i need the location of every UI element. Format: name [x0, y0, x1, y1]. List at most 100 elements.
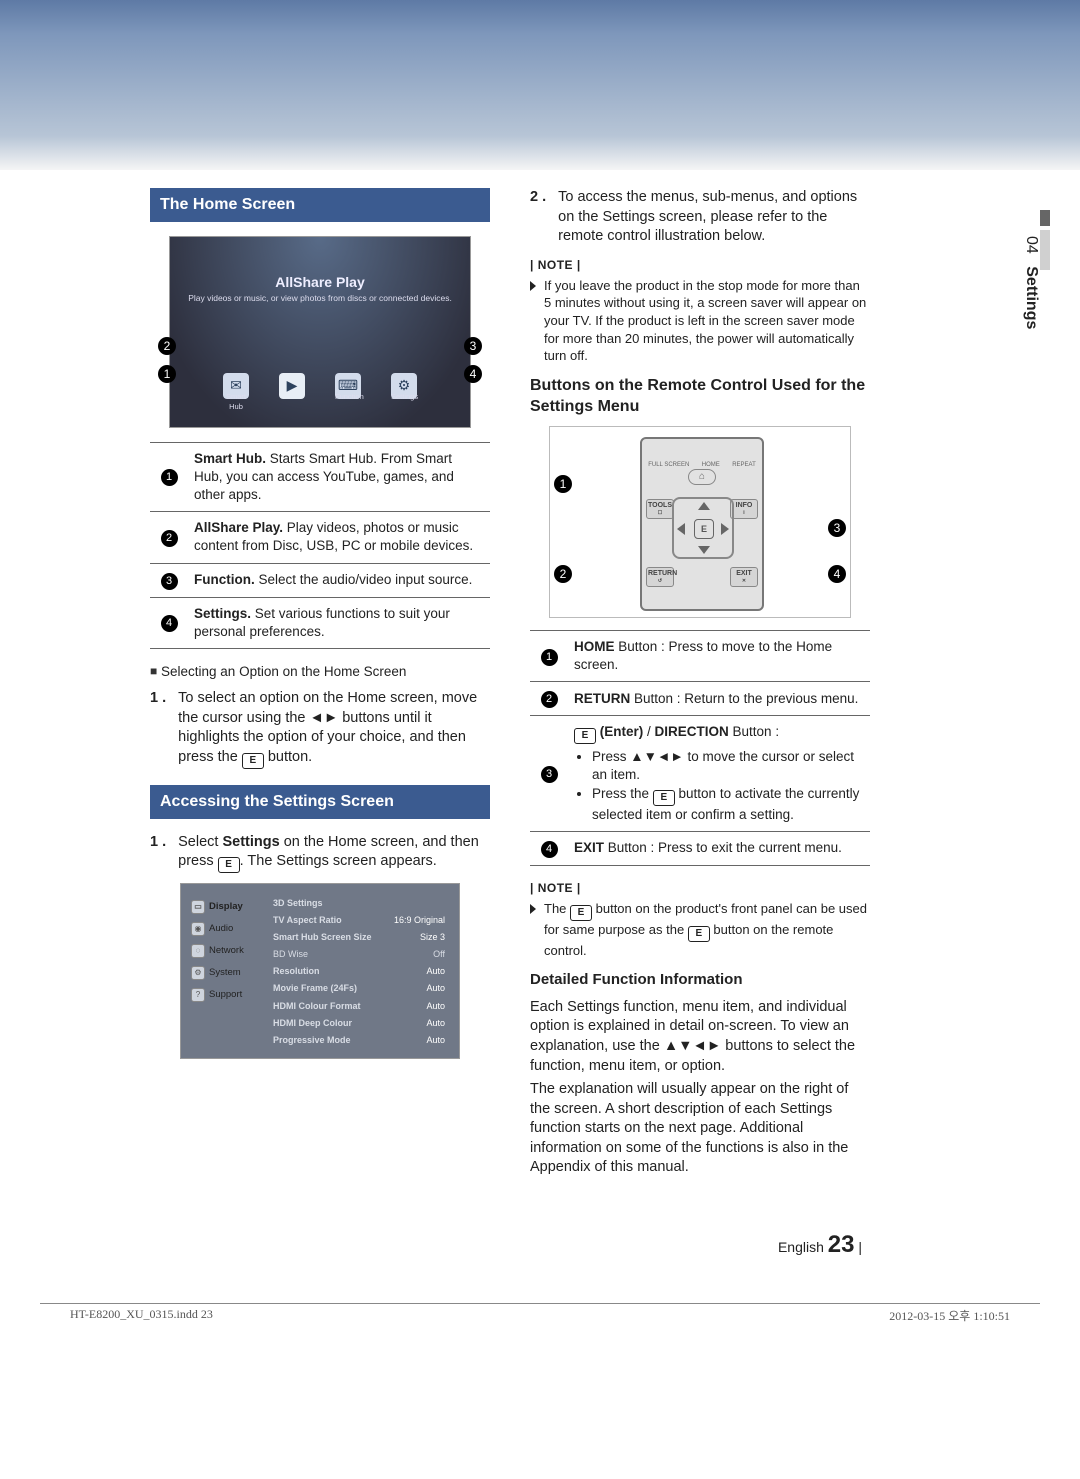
- nav-icon: ⚙: [191, 966, 205, 980]
- tools-button: TOOLS☐: [646, 499, 674, 519]
- nav-label: System: [209, 967, 241, 980]
- dpad: E: [672, 497, 734, 559]
- remote-heading: Buttons on the Remote Control Used for t…: [530, 375, 870, 418]
- enter-button-icon: E: [653, 790, 675, 806]
- nav-icon: ▭: [191, 900, 205, 914]
- ss-list: 3D SettingsTV Aspect Ratio16:9 OriginalS…: [269, 894, 449, 1048]
- setting-key: 3D Settings: [273, 897, 323, 909]
- home-gfx-title: AllShare Play: [170, 273, 470, 292]
- section-accessing: Accessing the Settings Screen: [150, 785, 490, 819]
- enter-button-icon: E: [218, 857, 240, 873]
- step-2: 2 . To access the menus, sub-menus, and …: [530, 188, 870, 247]
- remote-callout-3: 3: [828, 519, 846, 537]
- step-1-access: 1 . Select Settings on the Home screen, …: [150, 833, 490, 874]
- dpad-ok-icon: E: [694, 519, 714, 539]
- square-bullet-icon: ■: [150, 664, 157, 678]
- setting-value: Auto: [426, 1017, 445, 1029]
- enter-button-icon: E: [574, 728, 596, 744]
- return-button: RETURN↺: [646, 567, 674, 587]
- left-column: The Home Screen AllShare Play Play video…: [150, 188, 490, 1178]
- nav-icon: ◌: [191, 944, 205, 958]
- setting-key: BD Wise: [273, 948, 308, 960]
- step-text: To select an option on the Home screen, …: [178, 689, 490, 769]
- remote-callout-2: 2: [554, 565, 572, 583]
- note-1: If you leave the product in the stop mod…: [530, 277, 870, 365]
- step-text: Select Settings on the Home screen, and …: [178, 833, 490, 874]
- nav-icon: ◉: [191, 922, 205, 936]
- callout-1: 1: [158, 365, 176, 383]
- selecting-heading: ■ Selecting an Option on the Home Screen: [150, 663, 490, 681]
- setting-value: 16:9 Original: [394, 914, 445, 926]
- r3-li1: Press ▲▼◄► to move the cursor or select …: [592, 748, 864, 784]
- nav-label: Network: [209, 945, 244, 958]
- callout-2: 2: [158, 337, 176, 355]
- label-smart-hub: Smart Hub: [223, 392, 249, 412]
- step-num: 1 .: [150, 689, 166, 769]
- legend-bullet: 3: [161, 573, 178, 590]
- note-arrow-icon: [530, 281, 536, 291]
- legend-bullet: 4: [161, 615, 178, 632]
- home-legend-table: 1Smart Hub. Starts Smart Hub. From Smart…: [150, 442, 490, 650]
- nav-label: Support: [209, 989, 242, 1002]
- dpad-right-icon: [721, 523, 729, 535]
- setting-key: HDMI Deep Colour: [273, 1017, 352, 1029]
- home-screen-graphic: AllShare Play Play videos or music, or v…: [169, 236, 471, 428]
- legend-num-1: 1: [541, 649, 558, 666]
- right-column: 2 . To access the menus, sub-menus, and …: [530, 188, 870, 1178]
- label-settings: Settings: [391, 392, 417, 412]
- setting-key: Resolution: [273, 965, 320, 977]
- legend-bullet: 2: [161, 530, 178, 547]
- legend-num-3: 3: [541, 766, 558, 783]
- side-mark: [1040, 210, 1050, 226]
- section-home-screen: The Home Screen: [150, 188, 490, 222]
- enter-button-icon: E: [242, 753, 264, 769]
- home-gfx-sub: Play videos or music, or view photos fro…: [170, 293, 470, 304]
- callout-3: 3: [464, 337, 482, 355]
- settings-screenshot: ▭ Display ◉ Audio ◌ Network ⚙ System? Support 3D…: [180, 883, 460, 1059]
- side-notch: [1040, 230, 1050, 270]
- remote-legend-table: 1 HOME Button : Press to move to the Hom…: [530, 630, 870, 866]
- setting-key: Movie Frame (24Fs): [273, 982, 357, 994]
- step-1-home: 1 . To select an option on the Home scre…: [150, 689, 490, 769]
- remote-body: FULL SCREEN HOME REPEAT ⌂ TOOLS☐ INFOi R…: [640, 437, 764, 611]
- legend-num-4: 4: [541, 841, 558, 858]
- side-tab-label: Settings: [1023, 266, 1040, 329]
- enter-button-icon: E: [688, 926, 710, 942]
- setting-value: Auto: [426, 1034, 445, 1046]
- setting-value: Auto: [426, 1000, 445, 1012]
- page: 04 Settings The Home Screen AllShare Pla…: [0, 0, 1080, 1479]
- remote-control-graphic: FULL SCREEN HOME REPEAT ⌂ TOOLS☐ INFOi R…: [549, 426, 851, 618]
- r3-li2: Press the E button to activate the curre…: [592, 785, 864, 824]
- crop-date: 2012-03-15 오후 1:10:51: [889, 1307, 1010, 1324]
- exit-button: EXIT✕: [730, 567, 758, 587]
- enter-button-icon: E: [570, 905, 592, 921]
- detail-p2: The explanation will usually appear on t…: [530, 1080, 870, 1178]
- callout-4: 4: [464, 365, 482, 383]
- label-function: Function: [335, 392, 361, 412]
- dpad-left-icon: [677, 523, 685, 535]
- setting-value: Off: [433, 948, 445, 960]
- setting-key: HDMI Colour Format: [273, 1000, 361, 1012]
- header-gradient: [0, 0, 1080, 170]
- nav-icon: ?: [191, 988, 205, 1002]
- nav-label: Display: [209, 901, 243, 914]
- setting-key: Progressive Mode: [273, 1034, 351, 1046]
- ss-nav: ▭ Display ◉ Audio ◌ Network ⚙ System? Support: [191, 894, 269, 1048]
- nav-label: Audio: [209, 923, 233, 936]
- note-2: The E button on the product's front pane…: [530, 900, 870, 960]
- crop-line: [40, 1303, 1040, 1304]
- crop-info: HT-E8200_XU_0315.indd 23 2012-03-15 오후 1…: [70, 1307, 1010, 1324]
- setting-key: Smart Hub Screen Size: [273, 931, 372, 943]
- setting-value: Size 3: [420, 931, 445, 943]
- detail-heading: Detailed Function Information: [530, 970, 870, 990]
- side-tab-num: 04: [1023, 236, 1040, 254]
- remote-callout-1: 1: [554, 475, 572, 493]
- legend-bullet: 1: [161, 469, 178, 486]
- legend-num-2: 2: [541, 691, 558, 708]
- dpad-down-icon: [698, 546, 710, 554]
- crop-file: HT-E8200_XU_0315.indd 23: [70, 1307, 213, 1324]
- content-columns: The Home Screen AllShare Play Play video…: [150, 188, 870, 1178]
- step-num: 1 .: [150, 833, 166, 874]
- detail-p1: Each Settings function, menu item, and i…: [530, 998, 870, 1076]
- note-label: | NOTE |: [530, 257, 870, 273]
